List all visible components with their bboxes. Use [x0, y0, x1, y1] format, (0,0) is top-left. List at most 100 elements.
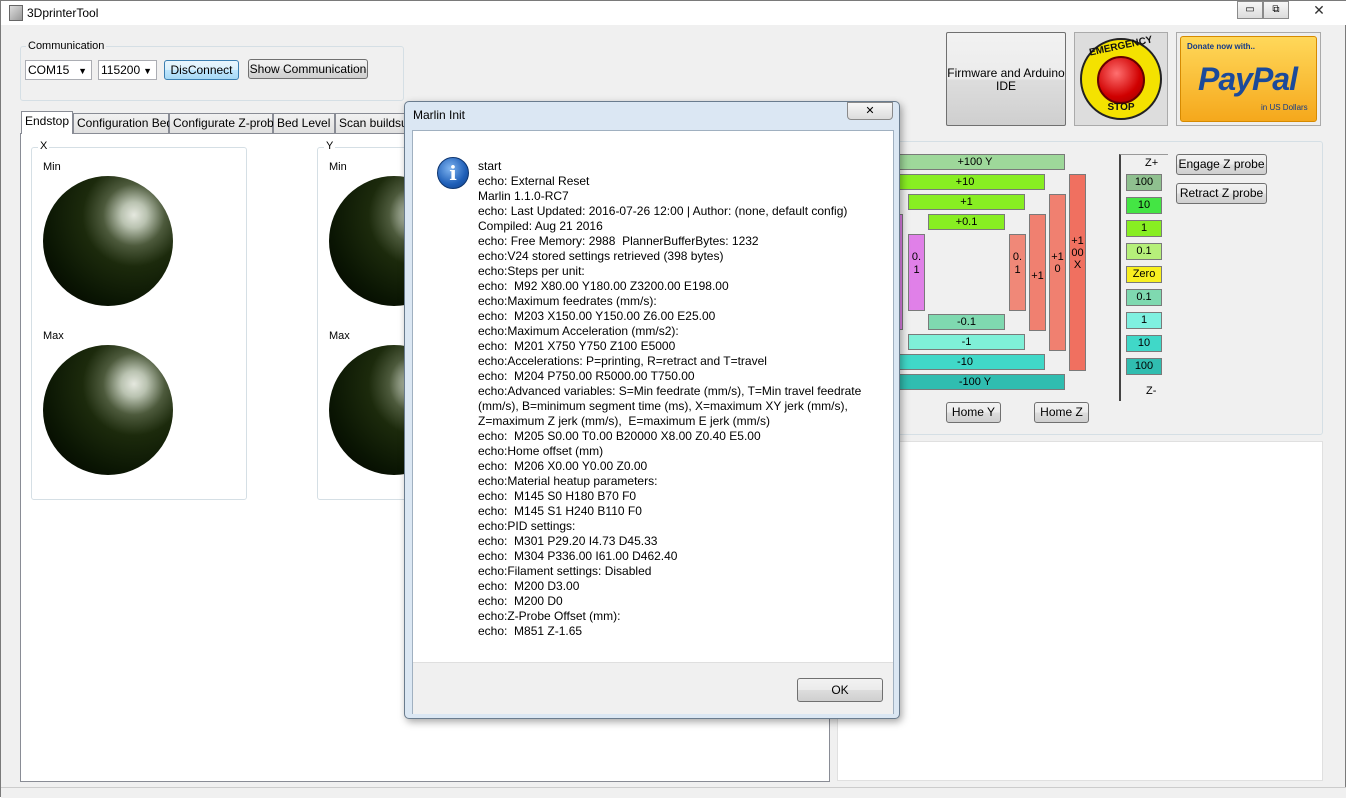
- dialog-line: echo: Last Updated: 2016-07-26 12:00 | A…: [478, 204, 848, 218]
- endstop-x-legend: X: [38, 140, 50, 152]
- emergency-stop-button[interactable]: EMERGENCY STOP: [1074, 32, 1168, 126]
- z-down-100[interactable]: 100: [1126, 358, 1162, 375]
- dialog-line: echo:Home offset (mm): [478, 444, 604, 458]
- dialog-line: echo: M92 X80.00 Y180.00 Z3200.00 E198.0…: [478, 279, 729, 293]
- dialog-line: echo: M204 P750.00 R5000.00 T750.00: [478, 369, 695, 383]
- baud-value: 115200: [101, 63, 141, 77]
- home-z-button[interactable]: Home Z: [1034, 402, 1089, 423]
- jog-x-plus-1[interactable]: +1: [1029, 214, 1046, 331]
- jog-y-minus-10[interactable]: -10: [885, 354, 1045, 370]
- dialog-line: echo: M851 Z-1.65: [478, 624, 583, 638]
- marlin-init-dialog: Marlin Init ✕ i start echo: External Rese…: [404, 101, 900, 719]
- dialog-line: echo: M301 P29.20 I4.73 D45.33: [478, 534, 658, 548]
- dialog-line: echo: M201 X750 Y750 Z100 E5000: [478, 339, 676, 353]
- dialog-line: echo:Material heatup parameters:: [478, 474, 658, 488]
- dialog-footer: OK: [413, 662, 893, 714]
- tab-configurate-z-probe[interactable]: Configurate Z-probe: [169, 113, 280, 133]
- jog-y-plus-10[interactable]: +10: [885, 174, 1045, 190]
- output-area: [837, 441, 1323, 781]
- jog-x-minus-01[interactable]: 0.1: [908, 234, 925, 311]
- home-y-button[interactable]: Home Y: [946, 402, 1001, 423]
- port-select[interactable]: COM15 ▼: [25, 60, 92, 80]
- z-plus-label: Z+: [1145, 157, 1159, 169]
- dialog-line: echo: M205 S0.00 T0.00 B20000 X8.00 Z0.4…: [478, 429, 761, 443]
- z-zero[interactable]: Zero: [1126, 266, 1162, 283]
- jog-y-plus-1[interactable]: +1: [908, 194, 1025, 210]
- dialog-line: echo: M200 D3.00: [478, 579, 580, 593]
- status-strip: [1, 787, 1346, 798]
- dialog-line: echo: M145 S0 H180 B70 F0: [478, 489, 637, 503]
- tab-configuration-bed[interactable]: Configuration Bed: [73, 113, 173, 133]
- dialog-line: echo:Filament settings: Disabled: [478, 564, 652, 578]
- z-steps: 100 10 1 0.1 Zero 0.1 1 10 100: [1126, 174, 1166, 384]
- dialog-line: echo:Maximum feedrates (mm/s):: [478, 294, 657, 308]
- z-up-1[interactable]: 1: [1126, 220, 1162, 237]
- jog-y-plus-01[interactable]: +0.1: [928, 214, 1005, 230]
- paypal-donate-text: Donate now with..: [1187, 42, 1255, 51]
- z-down-01[interactable]: 0.1: [1126, 289, 1162, 306]
- minimize-button[interactable]: ▭: [1237, 1, 1263, 19]
- tab-bed-level[interactable]: Bed Level: [273, 113, 335, 133]
- z-down-1[interactable]: 1: [1126, 312, 1162, 329]
- tab-endstop[interactable]: Endstop: [21, 111, 73, 134]
- show-communication-button[interactable]: Show Communication: [248, 59, 368, 79]
- dialog-line: echo: M206 X0.00 Y0.00 Z0.00: [478, 459, 648, 473]
- app-icon: [9, 5, 23, 21]
- dialog-line: echo:Maximum Acceleration (mm/s2):: [478, 324, 679, 338]
- dialog-line: echo:Steps per unit:: [478, 264, 585, 278]
- endstop-x-min-indicator: [43, 176, 173, 306]
- dialog-close-button[interactable]: ✕: [847, 102, 893, 120]
- communication-legend: Communication: [26, 40, 107, 52]
- dialog-title: Marlin Init: [413, 108, 466, 122]
- jog-y-minus-1[interactable]: -1: [908, 334, 1025, 350]
- dialog-line: echo: M145 S1 H240 B110 F0: [478, 504, 642, 518]
- dialog-body: i start echo: External Reset Marlin 1.1.0-…: [412, 130, 894, 714]
- close-button[interactable]: ✕: [1297, 1, 1341, 19]
- paypal-donate-button[interactable]: Donate now with.. PayPal in US Dollars: [1176, 32, 1321, 126]
- dialog-line: echo:V24 stored settings retrieved (398 …: [478, 249, 724, 263]
- jog-x-plus-01[interactable]: 0.1: [1009, 234, 1026, 311]
- dialog-line: Compiled: Aug 21 2016: [478, 219, 603, 233]
- jog-x-plus-100[interactable]: +100X: [1069, 174, 1086, 371]
- restore-button[interactable]: ⧉: [1263, 1, 1289, 19]
- jog-y-plus-100[interactable]: +100 Y: [885, 154, 1065, 170]
- endstop-y-min-label: Min: [329, 161, 347, 173]
- z-up-10[interactable]: 10: [1126, 197, 1162, 214]
- chevron-down-icon: ▼: [78, 66, 87, 76]
- disconnect-button[interactable]: DisConnect: [164, 60, 239, 80]
- jog-x-plus-10[interactable]: +10: [1049, 194, 1066, 351]
- z-up-100[interactable]: 100: [1126, 174, 1162, 191]
- jog-y-minus-01[interactable]: -0.1: [928, 314, 1005, 330]
- baud-select[interactable]: 115200 ▼: [98, 60, 157, 80]
- endstop-x-max-indicator: [43, 345, 173, 475]
- dialog-line: echo:PID settings:: [478, 519, 576, 533]
- red-button-icon: [1097, 56, 1145, 104]
- jog-y-minus-100[interactable]: -100 Y: [885, 374, 1065, 390]
- tab-scan-buildsurface[interactable]: Scan buildsur: [335, 113, 412, 133]
- dialog-line: Marlin 1.1.0-RC7: [478, 189, 569, 203]
- retract-z-probe-button[interactable]: Retract Z probe: [1176, 183, 1267, 204]
- paypal-currency-text: in US Dollars: [1261, 103, 1308, 112]
- emergency-bottom-label: STOP: [1107, 102, 1135, 113]
- z-up-01[interactable]: 0.1: [1126, 243, 1162, 260]
- dialog-line: echo:Z-Probe Offset (mm):: [478, 609, 621, 623]
- ok-button[interactable]: OK: [797, 678, 883, 702]
- engage-z-probe-button[interactable]: Engage Z probe: [1176, 154, 1267, 175]
- dialog-message: start echo: External Reset Marlin 1.1.0-RC…: [478, 159, 878, 639]
- dialog-line: echo: M203 X150.00 Y150.00 Z6.00 E25.00: [478, 309, 716, 323]
- window-title: 3DprinterTool: [27, 6, 99, 20]
- dialog-line: echo:Accelerations: P=printing, R=retrac…: [478, 354, 767, 368]
- port-value: COM15: [28, 63, 70, 77]
- info-icon: i: [437, 157, 469, 189]
- dialog-line: echo: External Reset: [478, 174, 590, 188]
- firmware-arduino-button[interactable]: Firmware and Arduino IDE: [946, 32, 1066, 126]
- z-minus-label: Z-: [1146, 385, 1157, 397]
- z-down-10[interactable]: 10: [1126, 335, 1162, 352]
- paypal-logo: PayPal: [1198, 61, 1298, 97]
- dialog-line: start: [478, 159, 502, 173]
- dialog-line: echo:Advanced variables: S=Min feedrate …: [478, 384, 865, 428]
- dialog-line: echo: M304 P336.00 I61.00 D462.40: [478, 549, 678, 563]
- title-bar: 3DprinterTool ▭ ⧉ ✕: [1, 1, 1346, 25]
- endstop-x-max-label: Max: [43, 330, 64, 342]
- dialog-line: echo: M200 D0: [478, 594, 563, 608]
